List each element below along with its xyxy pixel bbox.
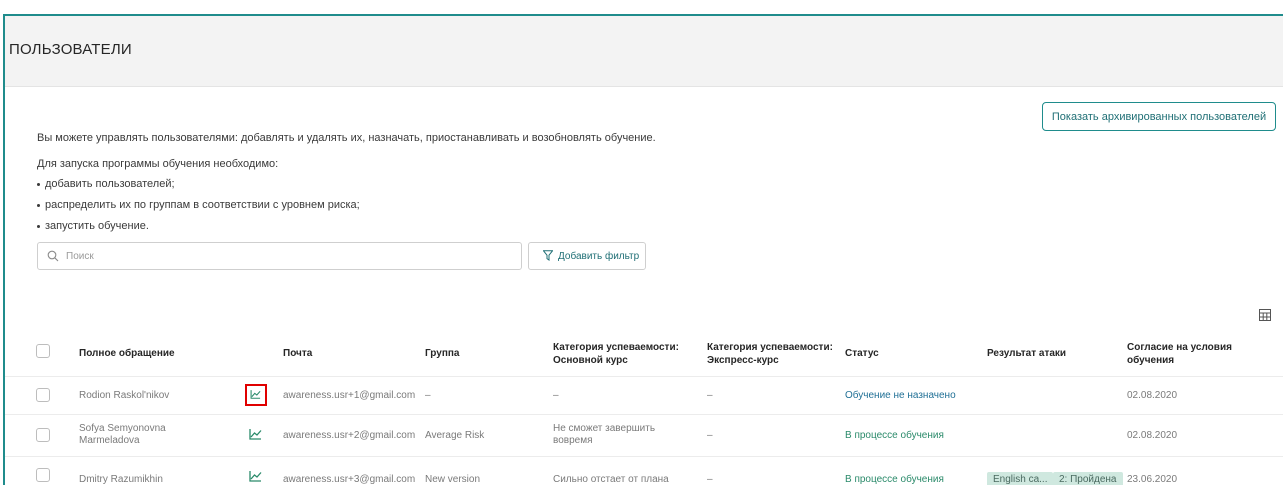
column-header-category-main[interactable]: Категория успеваемости: Основной курс bbox=[553, 341, 679, 367]
table-row[interactable]: Dmitry Razumikhin awareness.usr+3@gmail.… bbox=[5, 456, 1283, 485]
intro-text: Вы можете управлять пользователями: доба… bbox=[37, 132, 656, 241]
column-header-email[interactable]: Почта bbox=[283, 347, 312, 360]
filter-icon bbox=[543, 250, 553, 261]
intro-line-1: Вы можете управлять пользователями: доба… bbox=[37, 132, 656, 144]
user-status[interactable]: В процессе обучения bbox=[845, 474, 944, 485]
search-icon bbox=[47, 250, 59, 262]
attack-campaign-tag[interactable]: English ca... bbox=[987, 472, 1054, 485]
header-line: Основной курс bbox=[553, 355, 628, 366]
user-consent-date: 02.08.2020 bbox=[1127, 390, 1178, 401]
add-filter-label: Добавить фильтр bbox=[558, 251, 640, 262]
show-archived-users-button[interactable]: Показать архивированных пользователей bbox=[1042, 102, 1276, 131]
user-consent-date: 23.06.2020 bbox=[1127, 474, 1178, 485]
user-consent-date: 02.08.2020 bbox=[1127, 430, 1178, 441]
column-header-group[interactable]: Группа bbox=[425, 347, 459, 360]
user-category-express: – bbox=[707, 390, 713, 401]
statistics-icon[interactable] bbox=[245, 384, 267, 406]
user-email: awareness.usr+3@gmail.com bbox=[283, 474, 416, 485]
statistics-icon[interactable] bbox=[245, 424, 267, 446]
table-row[interactable]: Sofya Semyonovna Marmeladova awareness.u… bbox=[5, 414, 1283, 456]
intro-step: добавить пользователей; bbox=[37, 178, 656, 191]
user-category-main: – bbox=[553, 390, 559, 401]
user-group: – bbox=[425, 390, 431, 401]
header-line: обучения bbox=[1127, 355, 1175, 366]
header-line: Экспресс-курс bbox=[707, 355, 779, 366]
header-line: Категория успеваемости: bbox=[707, 342, 833, 353]
user-email: awareness.usr+1@gmail.com bbox=[283, 390, 416, 401]
search-box[interactable] bbox=[37, 242, 522, 270]
column-header-attack-result[interactable]: Результат атаки bbox=[987, 347, 1066, 360]
user-name[interactable]: Dmitry Razumikhin bbox=[79, 474, 163, 485]
header-line: Согласие на условия bbox=[1127, 342, 1232, 353]
user-category-main: Не сможет завершить вовремя bbox=[553, 423, 655, 447]
columns-icon[interactable] bbox=[1259, 309, 1271, 321]
user-status[interactable]: Обучение не назначено bbox=[845, 390, 956, 402]
users-page: ПОЛЬЗОВАТЕЛИ Показать архивированных пол… bbox=[3, 14, 1283, 485]
table-row[interactable]: Rodion Raskol'nikov awareness.usr+1@gmai… bbox=[5, 376, 1283, 414]
user-category-express: – bbox=[707, 474, 713, 485]
user-name-line: Marmeladova bbox=[79, 435, 140, 446]
row-checkbox[interactable] bbox=[36, 428, 50, 442]
header-line: Категория успеваемости: bbox=[553, 342, 679, 353]
intro-line-2: Для запуска программы обучения необходим… bbox=[37, 158, 279, 170]
user-group: New version bbox=[425, 474, 481, 485]
intro-steps: добавить пользователей; распределить их … bbox=[37, 178, 656, 233]
statistics-icon[interactable] bbox=[245, 466, 267, 485]
column-header-consent[interactable]: Согласие на условия обучения bbox=[1127, 341, 1232, 367]
attack-result-tag[interactable]: 2: Пройдена bbox=[1053, 472, 1123, 485]
user-email: awareness.usr+2@gmail.com bbox=[283, 430, 416, 441]
row-checkbox[interactable] bbox=[36, 388, 50, 402]
category-line: Не сможет завершить bbox=[553, 423, 656, 434]
page-title: ПОЛЬЗОВАТЕЛИ bbox=[9, 41, 132, 58]
user-name-line: Sofya Semyonovna bbox=[79, 423, 166, 434]
column-header-name[interactable]: Полное обращение bbox=[79, 347, 175, 360]
column-header-category-express[interactable]: Категория успеваемости: Экспресс-курс bbox=[707, 341, 833, 367]
row-checkbox[interactable] bbox=[36, 468, 50, 482]
user-category-main: Сильно отстает от плана bbox=[553, 474, 669, 485]
intro-step: распределить их по группам в соответстви… bbox=[37, 199, 656, 212]
category-line: вовремя bbox=[553, 435, 593, 446]
page-header: ПОЛЬЗОВАТЕЛИ bbox=[5, 16, 1283, 87]
user-group: Average Risk bbox=[425, 430, 485, 441]
select-all-checkbox[interactable] bbox=[36, 344, 50, 358]
search-input[interactable] bbox=[66, 247, 506, 265]
add-filter-button[interactable]: Добавить фильтр bbox=[528, 242, 646, 270]
user-status[interactable]: В процессе обучения bbox=[845, 430, 944, 442]
user-name[interactable]: Rodion Raskol'nikov bbox=[79, 390, 169, 402]
user-category-express: – bbox=[707, 430, 713, 441]
intro-step: запустить обучение. bbox=[37, 220, 656, 233]
column-header-status[interactable]: Статус bbox=[845, 347, 879, 360]
user-name[interactable]: Sofya Semyonovna Marmeladova bbox=[79, 423, 166, 447]
